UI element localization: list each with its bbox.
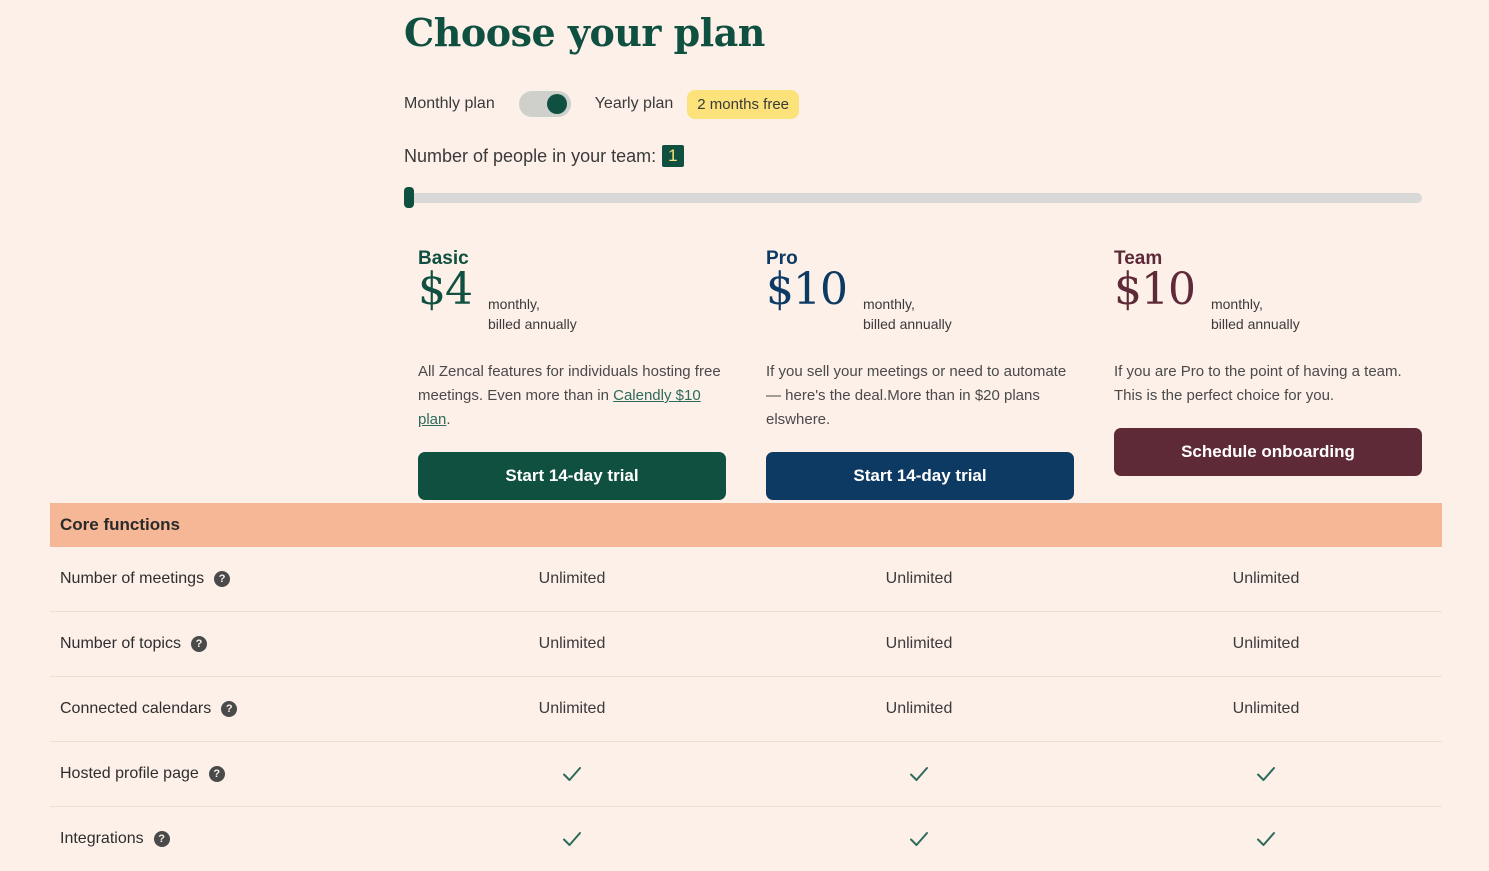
price-row: $10 monthly, billed annually xyxy=(1114,264,1422,334)
price-note-period: monthly, xyxy=(488,296,540,312)
price-note: monthly, billed annually xyxy=(863,294,952,334)
price-note-period: monthly, xyxy=(862,296,915,312)
plan-description: If you sell your meetings or need to aut… xyxy=(766,363,1067,428)
plan-description: All Zencal features for individuals host… xyxy=(418,360,726,432)
feature-label-text: Number of topics xyxy=(60,635,181,652)
price-row: $4 monthly, billed annually xyxy=(418,264,726,334)
plan-card-team: Team $10 monthly, billed annually If you… xyxy=(1114,248,1422,476)
feature-row: Integrations? xyxy=(50,807,1442,871)
feature-value: Unlimited xyxy=(538,570,606,587)
feature-row: Hosted profile page? xyxy=(50,742,1442,807)
feature-row: Number of topics? Unlimited Unlimited Unlim… xyxy=(50,612,1442,677)
price-note: monthly, billed annually xyxy=(488,294,577,334)
plan-price: $10 xyxy=(766,264,848,315)
toggle-knob xyxy=(546,94,567,114)
feature-row: Number of meetings? Unlimited Unlimited Unl… xyxy=(50,547,1442,612)
core-functions-header: Core functions xyxy=(50,503,1442,547)
question-mark-icon[interactable]: ? xyxy=(208,766,225,782)
feature-label: Number of topics? xyxy=(60,612,207,676)
question-mark-icon[interactable]: ? xyxy=(153,831,170,847)
start-trial-button-basic[interactable]: Start 14-day trial xyxy=(418,452,726,500)
plan-price: $10 xyxy=(1114,264,1196,315)
feature-value: Unlimited xyxy=(885,570,953,587)
page-title: Choose your plan xyxy=(404,10,765,55)
feature-comparison-table: Number of meetings? Unlimited Unlimited Unl… xyxy=(50,547,1442,871)
question-mark-icon[interactable]: ? xyxy=(221,701,238,717)
feature-label: Hosted profile page? xyxy=(60,742,225,806)
price-note-billing: billed annually xyxy=(1210,316,1300,332)
section-title: Core functions xyxy=(60,515,180,534)
check-icon xyxy=(1166,807,1366,871)
feature-label: Connected calendars? xyxy=(60,677,238,741)
billing-toggle-row: Monthly plan Yearly plan 2 months free xyxy=(404,88,800,120)
team-size-slider-track[interactable] xyxy=(404,193,1422,203)
question-mark-icon[interactable]: ? xyxy=(190,636,207,652)
plan-description: If you are Pro to the point of having a … xyxy=(1114,363,1402,404)
plan-description-end: . xyxy=(446,411,451,428)
feature-value: Unlimited xyxy=(1232,570,1300,587)
team-size-slider-thumb[interactable] xyxy=(404,187,414,208)
feature-value: Unlimited xyxy=(885,635,953,652)
yearly-plan-label[interactable]: Yearly plan xyxy=(595,95,674,113)
monthly-plan-label[interactable]: Monthly plan xyxy=(404,95,495,113)
feature-label: Number of meetings? xyxy=(60,547,231,611)
price-note-period: monthly, xyxy=(1210,296,1263,312)
plan-card-basic: Basic $4 monthly, billed annually All Ze… xyxy=(418,248,726,500)
feature-value: Unlimited xyxy=(538,700,606,717)
price-note-billing: billed annually xyxy=(862,316,952,332)
feature-label-text: Integrations xyxy=(60,830,144,847)
discount-badge: 2 months free xyxy=(687,89,800,119)
plan-card-pro: Pro $10 monthly, billed annually If you … xyxy=(766,248,1074,500)
billing-period-toggle[interactable] xyxy=(518,91,571,117)
start-trial-button-pro[interactable]: Start 14-day trial xyxy=(766,452,1074,500)
plan-price: $4 xyxy=(418,264,473,315)
check-icon xyxy=(472,742,672,806)
feature-label: Integrations? xyxy=(60,807,170,871)
team-size-row: Number of people in your team: 1 xyxy=(404,145,684,167)
feature-label-text: Connected calendars xyxy=(60,700,212,717)
check-icon xyxy=(472,807,672,871)
price-note-billing: billed annually xyxy=(488,316,577,332)
feature-label-text: Number of meetings xyxy=(60,570,205,587)
feature-value: Unlimited xyxy=(1232,700,1300,717)
check-icon xyxy=(819,807,1019,871)
feature-value: Unlimited xyxy=(538,635,606,652)
feature-label-text: Hosted profile page xyxy=(60,765,199,782)
team-size-label: Number of people in your team: xyxy=(404,145,657,166)
question-mark-icon[interactable]: ? xyxy=(214,571,231,587)
price-note: monthly, billed annually xyxy=(1211,294,1300,334)
feature-row: Connected calendars? Unlimited Unlimited Un… xyxy=(50,677,1442,742)
schedule-onboarding-button[interactable]: Schedule onboarding xyxy=(1114,428,1422,476)
feature-value: Unlimited xyxy=(885,700,953,717)
check-icon xyxy=(1166,742,1366,806)
team-size-count: 1 xyxy=(662,145,684,167)
check-icon xyxy=(819,742,1019,806)
price-row: $10 monthly, billed annually xyxy=(766,264,1074,334)
feature-value: Unlimited xyxy=(1232,635,1300,652)
